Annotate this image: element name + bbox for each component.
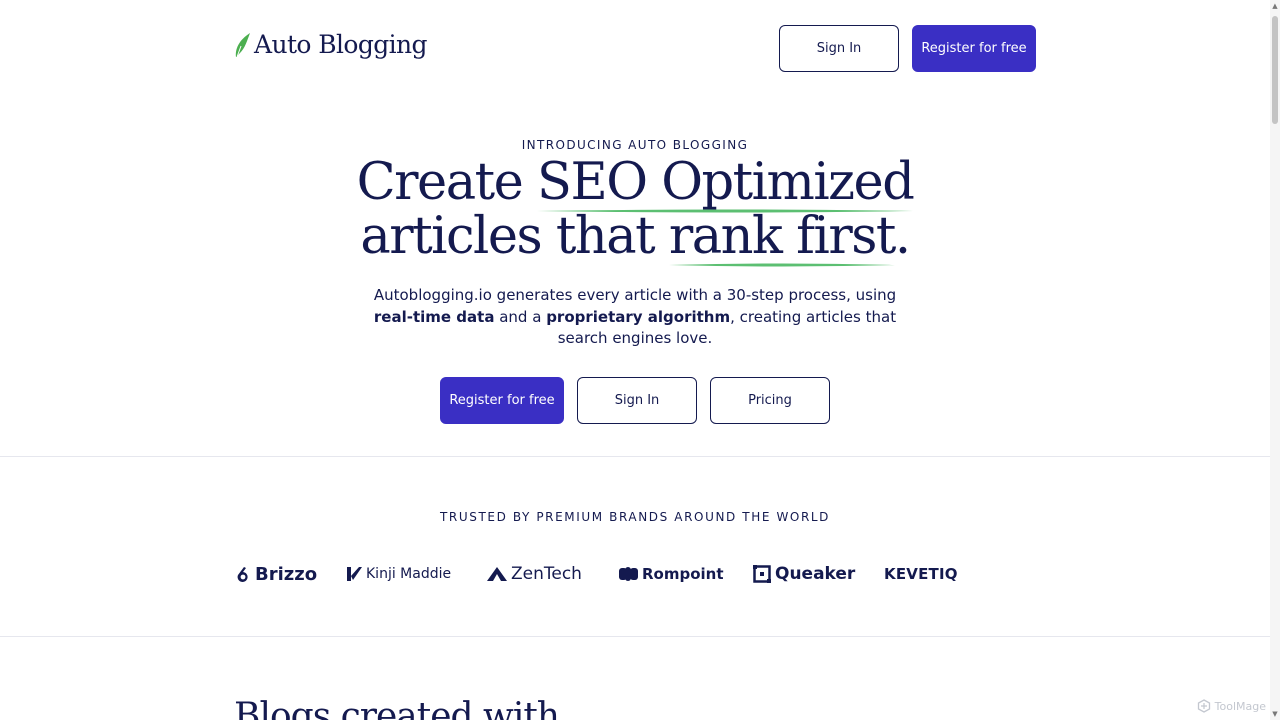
section-divider — [0, 636, 1270, 637]
zentech-icon — [487, 567, 507, 581]
section-divider — [0, 456, 1270, 457]
scroll-thumb[interactable] — [1272, 16, 1278, 124]
headline-line-1-prefix: Create — [356, 153, 538, 212]
hero-pricing-button[interactable]: Pricing — [710, 377, 830, 424]
brand-logo-queaker: Queaker — [753, 562, 855, 586]
watermark-text: ToolMage — [1214, 699, 1266, 713]
headline-line-2-suffix: . — [894, 207, 911, 266]
subcopy-text-1: Autoblogging.io generates every article … — [373, 286, 897, 304]
brand-logo-kevetiq: KEVETIQ — [884, 562, 958, 586]
headline-highlight-rank-text: rank first — [668, 207, 896, 266]
vertical-scrollbar[interactable]: ▲ ▼ — [1270, 0, 1280, 720]
brand-logo-brizzo: Brizzo — [235, 562, 317, 586]
toolmage-logo-icon — [1197, 699, 1210, 713]
logo[interactable]: Auto Blogging — [232, 30, 428, 59]
headline-line-2-prefix: articles that — [360, 207, 669, 266]
subcopy-text-2: and a — [494, 307, 547, 326]
brand-name: Brizzo — [255, 563, 318, 585]
subcopy-bold-algorithm: proprietary algorithm — [546, 307, 731, 326]
kinji-icon — [347, 567, 362, 581]
header-register-button[interactable]: Register for free — [912, 25, 1036, 72]
header-signin-button[interactable]: Sign In — [779, 25, 899, 72]
hero-signin-button[interactable]: Sign In — [577, 377, 697, 424]
trusted-heading: TRUSTED BY PREMIUM BRANDS AROUND THE WOR… — [439, 510, 831, 524]
headline-highlight-seo: SEO Optimized — [537, 153, 915, 213]
brand-logo-kinji-maddie: Kinji Maddie — [346, 562, 451, 586]
hero-register-button[interactable]: Register for free — [440, 377, 564, 424]
headline-highlight-rank: rank first — [668, 207, 896, 267]
headline-line-2: articles that rank first. — [0, 207, 1270, 267]
subcopy-bold-realtime: real-time data — [373, 307, 495, 326]
watermark: ToolMage — [1197, 699, 1266, 713]
underline-stroke — [668, 263, 895, 267]
rompoint-icon — [619, 567, 638, 581]
scroll-up-arrow-icon[interactable]: ▲ — [1271, 2, 1279, 10]
headline-highlight-seo-text: SEO Optimized — [537, 153, 915, 212]
brand-logo-zentech: ZenTech — [487, 562, 582, 586]
brand-name: Queaker — [775, 564, 856, 584]
brizzo-icon — [237, 567, 248, 582]
brand-name: ZenTech — [511, 564, 582, 584]
brand-name: KEVETIQ — [884, 565, 958, 583]
logo-text: Auto Blogging — [254, 30, 428, 59]
scroll-down-arrow-icon[interactable]: ▼ — [1271, 710, 1279, 718]
page: Auto Blogging Sign In Register for free … — [0, 0, 1280, 720]
queaker-icon — [753, 565, 771, 583]
brand-logo-rompoint: Rompoint — [619, 562, 724, 586]
blogs-section-title: Blogs created with — [234, 696, 560, 720]
hero-subcopy: Autoblogging.io generates every article … — [360, 285, 910, 350]
brand-name: Kinji Maddie — [366, 566, 452, 582]
brand-name: Rompoint — [642, 565, 724, 583]
headline-line-1: Create SEO Optimized — [0, 153, 1270, 213]
hero-eyebrow: INTRODUCING AUTO BLOGGING — [521, 138, 749, 152]
quill-icon — [235, 32, 250, 57]
